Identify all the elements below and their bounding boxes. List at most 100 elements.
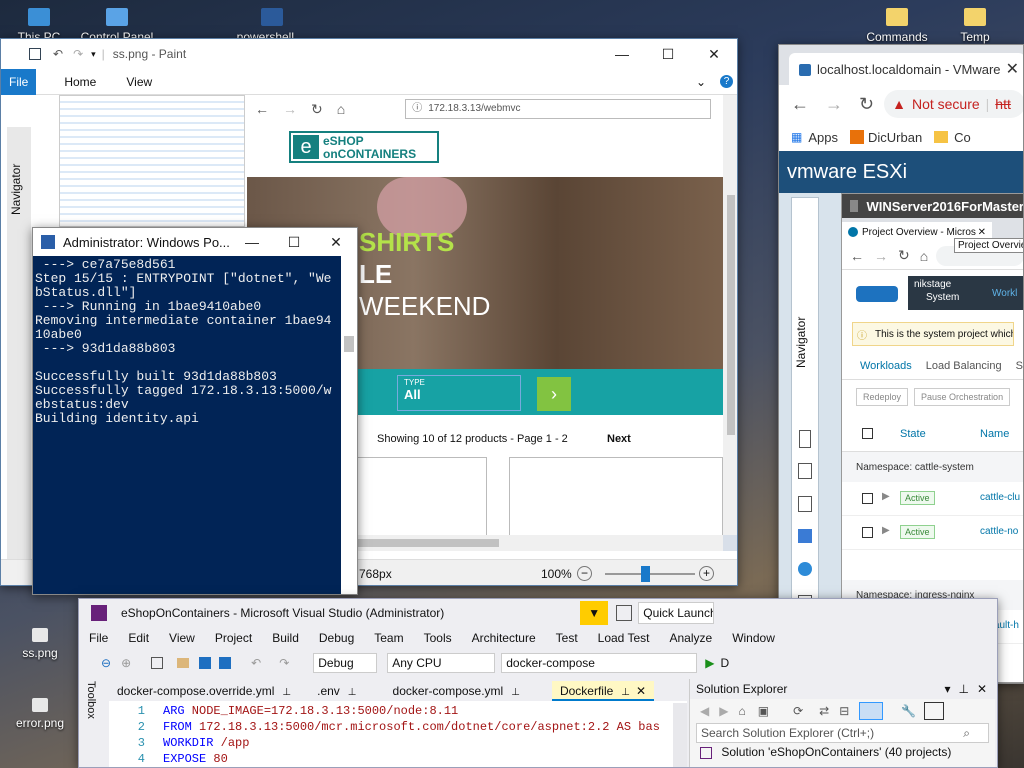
chrome-tab[interactable]: localhost.localdomain - VMware ✕ [789,53,1023,85]
close-icon[interactable]: ✕ [636,684,646,698]
row-checkbox[interactable] [862,527,873,538]
vs-menu-item[interactable]: Test [556,631,578,645]
desktop-icon-temp[interactable]: Temp [935,8,1015,44]
close-button[interactable]: ✕ [315,228,357,256]
notifications-icon[interactable]: ▼ [580,601,609,625]
save-icon[interactable] [29,48,41,60]
col-state[interactable]: State [900,428,926,440]
vs-menu-item[interactable]: Team [374,631,403,645]
vs-menu-item[interactable]: Project [215,631,252,645]
desktop-icon-commands[interactable]: Commands [857,8,937,44]
code-editor[interactable]: 1 ARG NODE_IMAGE=172.18.3.13:5000/node:8.… [109,703,687,767]
home-icon[interactable]: ⌂ [920,248,928,264]
properties-icon[interactable]: 🔧 [901,704,916,718]
solution-root-node[interactable]: Solution 'eShopOnContainers' (40 project… [700,745,995,763]
workloads-nav[interactable]: Workl [988,276,1023,310]
forward-icon[interactable]: → [825,94,843,115]
pin-icon[interactable]: ⊥ [511,687,520,698]
minimize-button[interactable]: — [599,39,645,69]
bookmark-dicurban[interactable]: DicUrban [868,130,922,145]
forward-icon[interactable]: ⊕ [121,656,131,670]
workload-link[interactable]: cattle-no [980,526,1018,537]
vertical-scrollbar[interactable] [673,703,687,767]
save-all-icon[interactable] [219,657,232,669]
redo-icon[interactable]: ↷ [73,47,83,61]
table-row[interactable]: ▶ Active cattle-clu [842,482,1023,516]
expand-icon[interactable]: ▶ [882,491,890,502]
cluster-switcher[interactable]: nikstage System [908,276,988,310]
help-icon[interactable]: ? [720,75,733,88]
maximize-button[interactable]: ☐ [273,228,315,256]
pin-icon[interactable]: ⊥ [282,687,291,698]
minimize-button[interactable]: — [231,228,273,256]
chevron-down-icon[interactable]: ⌄ [696,75,706,89]
vs-menu-item[interactable]: File [89,631,108,645]
tab-workloads[interactable]: Workloads [860,360,912,372]
close-button[interactable]: ✕ [691,39,737,69]
reload-icon[interactable]: ↻ [898,247,910,264]
scrollbar-thumb[interactable] [344,336,354,352]
omnibox[interactable]: ▲ Not secure | htt [884,90,1023,118]
scrollbar-thumb[interactable] [727,195,735,435]
col-name[interactable]: Name [980,428,1009,440]
chevron-down-icon[interactable]: ▾ [91,49,96,60]
workload-link[interactable]: cattle-clu [980,492,1020,503]
run-button[interactable]: D [720,656,729,670]
select-all-checkbox[interactable] [862,428,873,439]
back-icon[interactable]: ← [791,94,809,115]
redeploy-button[interactable]: Redeploy [856,388,909,406]
expand-icon[interactable]: ▶ [882,525,890,536]
bookmark-apps[interactable]: Apps [808,130,838,145]
reload-icon[interactable]: ↻ [859,94,874,115]
back-icon[interactable]: ← [850,248,864,264]
vs-menu-item[interactable]: Window [732,631,775,645]
show-all-files-icon[interactable] [859,702,884,720]
back-icon[interactable]: ⊖ [101,656,111,670]
back-icon[interactable]: ◀ [700,704,709,718]
vs-menu-item[interactable]: Debug [319,631,354,645]
chevron-down-icon[interactable]: ▾ [944,682,950,696]
undo-icon[interactable]: ↶ [251,656,261,670]
collapse-all-icon[interactable]: ⊟ [839,704,849,718]
forward-icon[interactable]: → [874,248,888,264]
document-tab[interactable]: Dockerfile ⊥ ✕ [551,681,655,701]
close-icon[interactable]: ✕ [977,682,987,696]
feedback-icon[interactable] [616,605,633,621]
preview-icon[interactable] [924,702,945,720]
tab-service-discovery[interactable]: S [1016,360,1023,372]
vs-menu-item[interactable]: View [169,631,195,645]
host-icon[interactable] [799,430,811,448]
vertical-scrollbar[interactable] [723,95,737,535]
vs-menu-item[interactable]: Edit [128,631,149,645]
new-project-icon[interactable] [151,657,164,669]
toolbox-tab[interactable]: Toolbox [85,681,97,741]
startup-project-select[interactable]: docker-compose [501,653,698,673]
navigator-label[interactable]: Navigator [794,288,808,368]
quick-launch-input[interactable]: Quick Launch [638,602,715,624]
storage-icon[interactable] [798,496,812,512]
configuration-select[interactable]: Debug [313,653,378,673]
globe-icon[interactable] [798,562,812,576]
bookmark-co[interactable]: Co [954,130,971,145]
switch-views-icon[interactable]: ▣ [758,704,769,718]
network-icon[interactable] [798,529,812,543]
play-icon[interactable]: ▶ [705,656,714,670]
vs-menu-item[interactable]: Architecture [472,631,536,645]
zoom-in-button[interactable]: + [699,566,714,581]
document-tab[interactable]: .env ⊥ [309,681,364,701]
pin-icon[interactable]: ⊥ [958,682,968,696]
desktop-icon-error-png[interactable]: error.png [0,698,80,730]
row-checkbox[interactable] [862,493,873,504]
vs-menu-item[interactable]: Analyze [669,631,712,645]
vs-menu-item[interactable]: Tools [424,631,452,645]
file-menu[interactable]: File [1,68,37,95]
maximize-button[interactable]: ☐ [645,39,691,69]
tab-view[interactable]: View [126,75,152,89]
zoom-slider-thumb[interactable] [641,566,650,582]
document-tab[interactable]: docker-compose.override.yml ⊥ [109,681,299,701]
table-row[interactable]: ▶ Active cattle-no [842,516,1023,550]
sync-icon[interactable]: ⇄ [819,704,829,718]
close-icon[interactable]: ✕ [1006,59,1019,79]
vm-icon[interactable] [798,463,812,479]
zoom-out-button[interactable]: − [577,566,592,581]
